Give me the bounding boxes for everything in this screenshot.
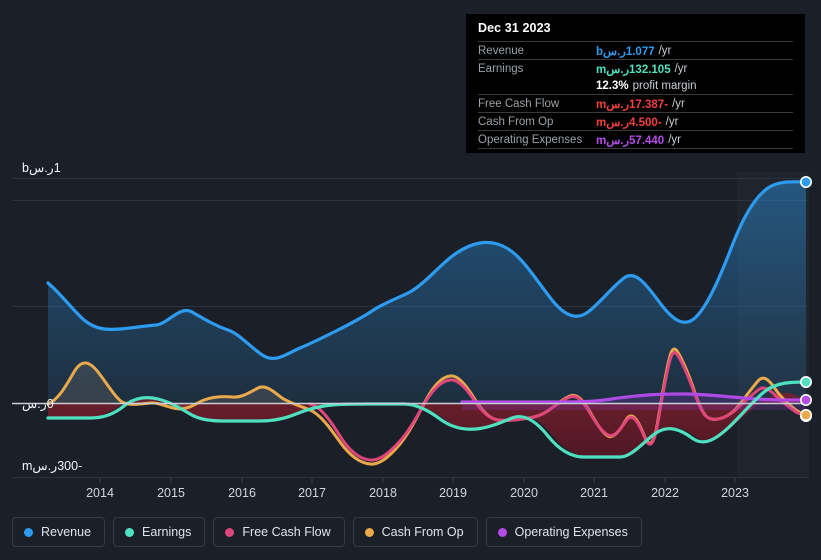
- x-axis-label-2015: 2015: [157, 486, 185, 500]
- tooltip-row-profit-margin: 12.3% profit margin: [478, 77, 793, 94]
- y-axis-label-zero: 0ر.س: [22, 397, 54, 411]
- tooltip-value-cash-from-op: -4.500ر.سm: [596, 116, 662, 129]
- tooltip-value-revenue: 1.077ر.سb: [596, 45, 655, 58]
- tooltip-unit-revenue: /yr: [658, 44, 672, 57]
- endpoint-earnings: [799, 375, 812, 388]
- tooltip-label-revenue: Revenue: [478, 44, 525, 57]
- y-axis-label-top: 1ر.سb: [22, 161, 61, 175]
- x-axis-ticks: [99, 478, 736, 483]
- legend-item-earnings[interactable]: Earnings: [113, 517, 206, 547]
- tooltip-unit-cash-from-op: /yr: [665, 115, 679, 128]
- tooltip-label-cash-from-op: Cash From Op: [478, 115, 554, 128]
- tooltip-unit-free-cash-flow: /yr: [672, 97, 685, 110]
- tooltip-row-free-cash-flow: Free Cash Flow -17.387ر.سm /yr: [478, 94, 793, 112]
- tooltip-row-revenue: Revenue 1.077ر.سb /yr: [478, 41, 793, 59]
- legend-item-free-cash-flow[interactable]: Free Cash Flow: [213, 517, 345, 547]
- tooltip-value-profit-margin: 12.3%: [596, 79, 629, 92]
- endpoint-cash-from-op: [799, 408, 812, 421]
- legend-label-cash-from-op: Cash From Op: [381, 525, 464, 539]
- chart-legend: Revenue Earnings Free Cash Flow Cash Fro…: [12, 517, 642, 547]
- legend-item-revenue[interactable]: Revenue: [12, 517, 106, 547]
- x-axis-label-2018: 2018: [369, 486, 397, 500]
- tooltip-value-operating-expenses: 57.440ر.سm: [596, 134, 665, 147]
- tooltip-label-free-cash-flow: Free Cash Flow: [478, 97, 560, 110]
- legend-dot-earnings-icon: [125, 527, 135, 537]
- x-axis-label-2017: 2017: [298, 486, 326, 500]
- financial-performance-chart: 1ر.سb 0ر.س -300ر.سm 2014 2015 2016 2017 …: [0, 0, 821, 560]
- endpoint-revenue: [799, 176, 812, 189]
- legend-label-operating-expenses: Operating Expenses: [514, 525, 628, 539]
- tooltip-unit-profit-margin: profit margin: [632, 79, 697, 92]
- tooltip-unit-operating-expenses: /yr: [668, 133, 681, 146]
- legend-label-free-cash-flow: Free Cash Flow: [242, 525, 331, 539]
- y-axis-label-bottom: -300ر.سm: [22, 459, 83, 473]
- tooltip-date: Dec 31 2023: [478, 21, 551, 35]
- legend-dot-cash-from-op-icon: [364, 527, 374, 537]
- x-axis-label-2020: 2020: [510, 486, 538, 500]
- x-axis-label-2022: 2022: [651, 486, 679, 500]
- x-axis-label-2021: 2021: [580, 486, 608, 500]
- legend-item-cash-from-op[interactable]: Cash From Op: [352, 517, 478, 547]
- tooltip-value-free-cash-flow: -17.387ر.سm: [596, 98, 669, 111]
- legend-dot-operating-expenses-icon: [497, 527, 507, 537]
- tooltip-row-earnings: Earnings 132.105ر.سm /yr: [478, 59, 793, 77]
- endpoint-operating-expenses: [799, 393, 812, 406]
- tooltip-unit-earnings: /yr: [674, 62, 688, 75]
- x-axis-label-2023: 2023: [721, 486, 749, 500]
- tooltip-label-earnings: Earnings: [478, 62, 524, 75]
- tooltip-row-operating-expenses: Operating Expenses 57.440ر.سm /yr: [478, 130, 793, 148]
- tooltip-bottom-divider: [478, 148, 793, 149]
- legend-label-earnings: Earnings: [142, 525, 192, 539]
- tooltip-row-cash-from-op: Cash From Op -4.500ر.سm /yr: [478, 112, 793, 130]
- chart-tooltip: Dec 31 2023 Revenue 1.077ر.سb /yr Earnin…: [466, 14, 805, 153]
- series-area-revenue: [48, 181, 806, 403]
- tooltip-value-earnings: 132.105ر.سm: [596, 63, 671, 76]
- x-axis-label-2016: 2016: [228, 486, 256, 500]
- x-axis-label-2014: 2014: [86, 486, 114, 500]
- tooltip-label-operating-expenses: Operating Expenses: [478, 133, 583, 146]
- legend-item-operating-expenses[interactable]: Operating Expenses: [485, 517, 642, 547]
- x-axis-label-2019: 2019: [439, 486, 467, 500]
- legend-dot-revenue-icon: [24, 527, 33, 537]
- legend-dot-free-cash-flow-icon: [225, 527, 235, 537]
- legend-label-revenue: Revenue: [41, 525, 92, 539]
